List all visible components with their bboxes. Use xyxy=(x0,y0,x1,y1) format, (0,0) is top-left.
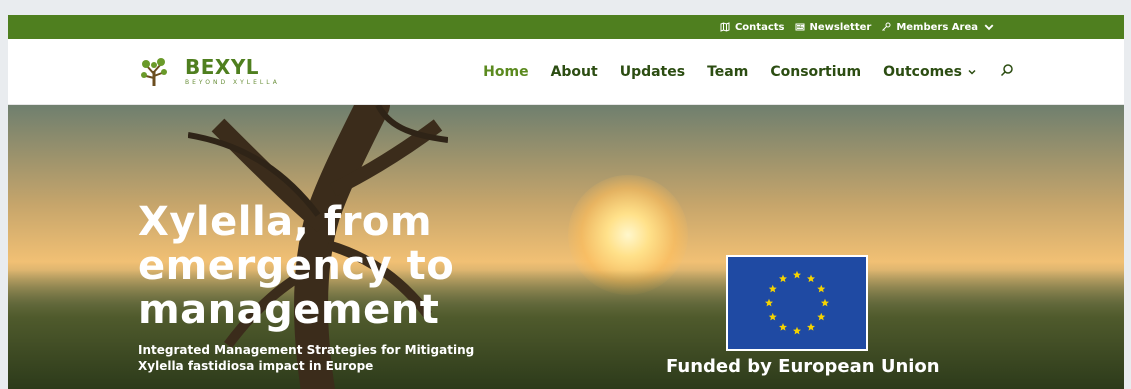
newsletter-link[interactable]: Newsletter xyxy=(795,21,872,33)
brand-name: BEXYL xyxy=(185,55,260,79)
members-area-label: Members Area xyxy=(896,21,978,33)
main-navigation: Home About Updates Team Consortium Outco… xyxy=(483,63,1014,81)
eu-flag xyxy=(726,255,868,351)
hero-subtitle: Integrated Management Strategies for Mit… xyxy=(138,342,474,374)
brand-subtitle: BEYOND XYLELLA xyxy=(185,79,280,86)
site-header: BEXYL BEYOND XYLELLA Home About Updates … xyxy=(8,39,1124,105)
search-button[interactable] xyxy=(998,63,1014,81)
nav-item-team[interactable]: Team xyxy=(707,64,748,80)
eu-star-9 xyxy=(768,312,777,321)
eu-star-8 xyxy=(779,323,787,331)
bexyl-logo-icon xyxy=(141,57,167,86)
eu-star-6 xyxy=(807,323,815,331)
nav-item-outcomes-label: Outcomes xyxy=(883,63,962,80)
hero-title: Xylella, from emergency to management xyxy=(138,200,474,332)
hero-title-line-1: Xylella, from xyxy=(138,199,433,245)
contacts-label: Contacts xyxy=(734,21,785,33)
funded-by-eu-label: Funded by European Union xyxy=(666,356,940,377)
nav-item-updates[interactable]: Updates xyxy=(620,64,685,80)
nav-item-outcomes[interactable]: Outcomes xyxy=(883,64,976,80)
members-area-link[interactable]: Members Area xyxy=(881,22,999,33)
nav-item-consortium[interactable]: Consortium xyxy=(770,64,861,80)
newsletter-label: Newsletter xyxy=(809,21,872,33)
eu-star-11 xyxy=(768,284,777,293)
eu-star-5 xyxy=(817,312,826,321)
eu-star-1 xyxy=(793,270,801,279)
eu-star-3 xyxy=(817,284,826,293)
site-logo[interactable]: BEXYL BEYOND XYLELLA xyxy=(138,56,280,88)
map-icon xyxy=(720,22,730,32)
eu-star-2 xyxy=(807,274,815,283)
eu-star-7 xyxy=(793,326,801,335)
brand-text: BEXYL BEYOND XYLELLA xyxy=(185,57,280,86)
newsletter-icon xyxy=(795,23,804,31)
hero-banner: Xylella, from emergency to management In… xyxy=(8,105,1124,389)
eu-flag-icon xyxy=(765,270,829,335)
chevron-down-icon xyxy=(984,24,994,31)
top-utility-bar: Contacts Newsletter Members Area xyxy=(8,15,1124,39)
search-icon xyxy=(1000,63,1013,76)
hero-title-line-3: management xyxy=(138,287,440,333)
nav-item-about[interactable]: About xyxy=(551,64,598,80)
eu-star-12 xyxy=(779,274,787,283)
nav-item-home[interactable]: Home xyxy=(483,64,528,80)
hero-subtitle-line-1: Integrated Management Strategies for Mit… xyxy=(138,343,475,357)
hero-text-block: Xylella, from emergency to management In… xyxy=(138,200,474,374)
hero-subtitle-line-2: Xylella fastidiosa impact in Europe xyxy=(138,359,374,373)
key-icon xyxy=(882,22,891,31)
page-frame: Contacts Newsletter Members Area BEXYL B… xyxy=(8,15,1124,389)
chevron-down-icon xyxy=(968,69,976,75)
eu-star-4 xyxy=(821,298,829,307)
contacts-link[interactable]: Contacts xyxy=(720,22,785,33)
hero-title-line-2: emergency to xyxy=(138,243,455,289)
eu-star-10 xyxy=(765,298,773,307)
